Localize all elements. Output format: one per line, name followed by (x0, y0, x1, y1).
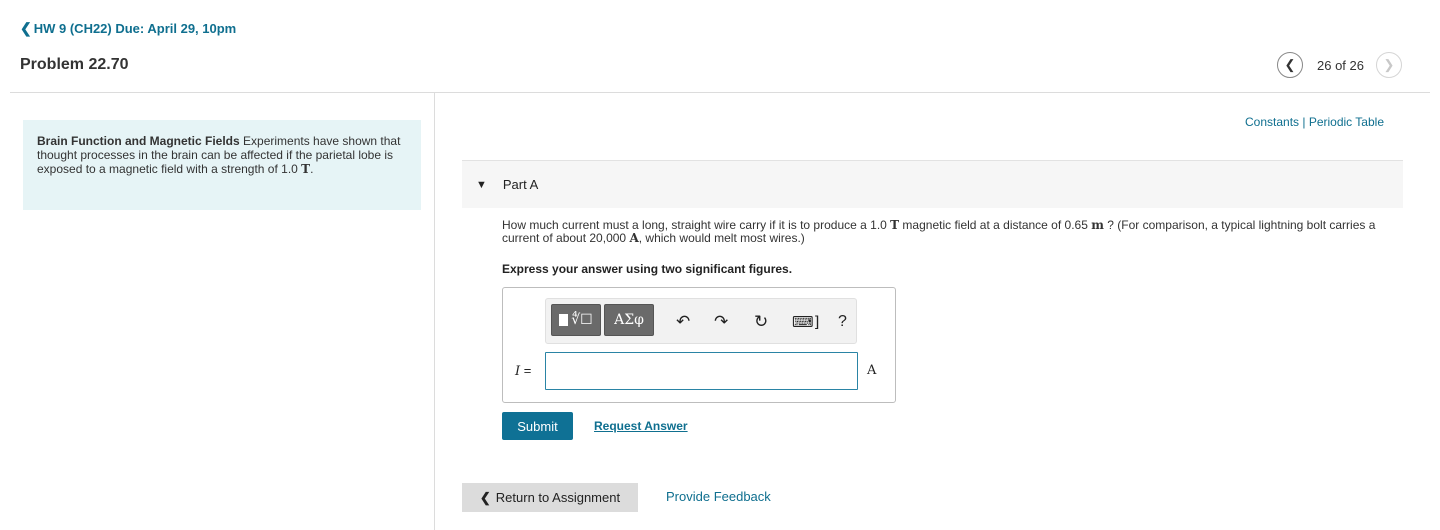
assignment-title: HW 9 (CH22) Due: April 29, 10pm (33, 21, 237, 36)
undo-icon[interactable]: ↶ (676, 312, 690, 332)
part-label: Part A (502, 177, 539, 192)
intro-end: . (310, 162, 314, 176)
problem-title: Problem 22.70 (20, 56, 129, 73)
request-answer-link[interactable]: Request Answer (594, 419, 688, 433)
chevron-right-icon: ❯ (1383, 57, 1395, 72)
next-problem-button[interactable]: ❯ (1376, 52, 1402, 78)
collapse-triangle-icon: ▼ (476, 178, 487, 191)
return-to-assignment-button[interactable]: ❮ Return to Assignment (462, 483, 638, 512)
answer-panel: ∜☐ ΑΣφ ↶ ↷ ↻ ⌨] ? I = A (502, 287, 896, 403)
question-unit: m (1091, 218, 1104, 232)
chevron-left-icon: ❮ (20, 20, 32, 36)
reset-icon[interactable]: ↻ (754, 312, 768, 332)
reference-links: Constants | Periodic Table (1245, 115, 1384, 129)
question-segment: , which would melt most wires.) (638, 231, 805, 245)
redo-icon[interactable]: ↷ (714, 312, 728, 332)
radical-icon: ∜☐ (571, 312, 593, 328)
periodic-table-link[interactable]: Periodic Table (1309, 115, 1384, 129)
template-square-icon (559, 314, 569, 326)
question-segment: magnetic field at a distance of 0.65 (899, 218, 1092, 232)
submit-button[interactable]: Submit (502, 412, 573, 440)
intro-heading: Brain Function and Magnetic Fields (37, 134, 240, 148)
return-label: Return to Assignment (495, 490, 621, 505)
problem-intro: Brain Function and Magnetic Fields Exper… (23, 120, 421, 210)
part-a-header[interactable]: ▼ Part A (462, 160, 1403, 208)
pager-text: 26 of 26 (1317, 57, 1364, 73)
link-separator: | (1299, 115, 1309, 129)
provide-feedback-link[interactable]: Provide Feedback (666, 489, 771, 504)
chevron-left-icon: ❮ (1284, 57, 1296, 72)
question-unit: T (890, 218, 900, 232)
problem-pager: ❮ 26 of 26 ❯ (1277, 52, 1402, 78)
keyboard-icon[interactable]: ⌨] (792, 312, 820, 332)
column-divider (434, 93, 435, 530)
previous-problem-button[interactable]: ❮ (1277, 52, 1303, 78)
chevron-left-icon: ❮ (479, 489, 491, 505)
templates-button[interactable]: ∜☐ (551, 304, 601, 336)
answer-input[interactable] (545, 352, 858, 390)
question-segment: How much current must a long, straight w… (502, 218, 891, 232)
help-button[interactable]: ? (838, 312, 847, 332)
math-toolbar: ∜☐ ΑΣφ ↶ ↷ ↻ ⌨] ? (545, 298, 857, 344)
question-unit: A (629, 231, 639, 245)
back-to-assignment-link[interactable]: ❮ HW 9 (CH22) Due: April 29, 10pm (20, 20, 236, 37)
question-text: How much current must a long, straight w… (502, 219, 1402, 245)
answer-variable-label: I = (515, 363, 531, 379)
header-divider (10, 92, 1430, 93)
symbols-button[interactable]: ΑΣφ (604, 304, 654, 336)
answer-unit: A (867, 363, 877, 378)
equals-sign: = (520, 363, 532, 378)
intro-unit: T (301, 162, 311, 176)
constants-link[interactable]: Constants (1245, 115, 1299, 129)
answer-instruction: Express your answer using two significan… (502, 262, 793, 276)
